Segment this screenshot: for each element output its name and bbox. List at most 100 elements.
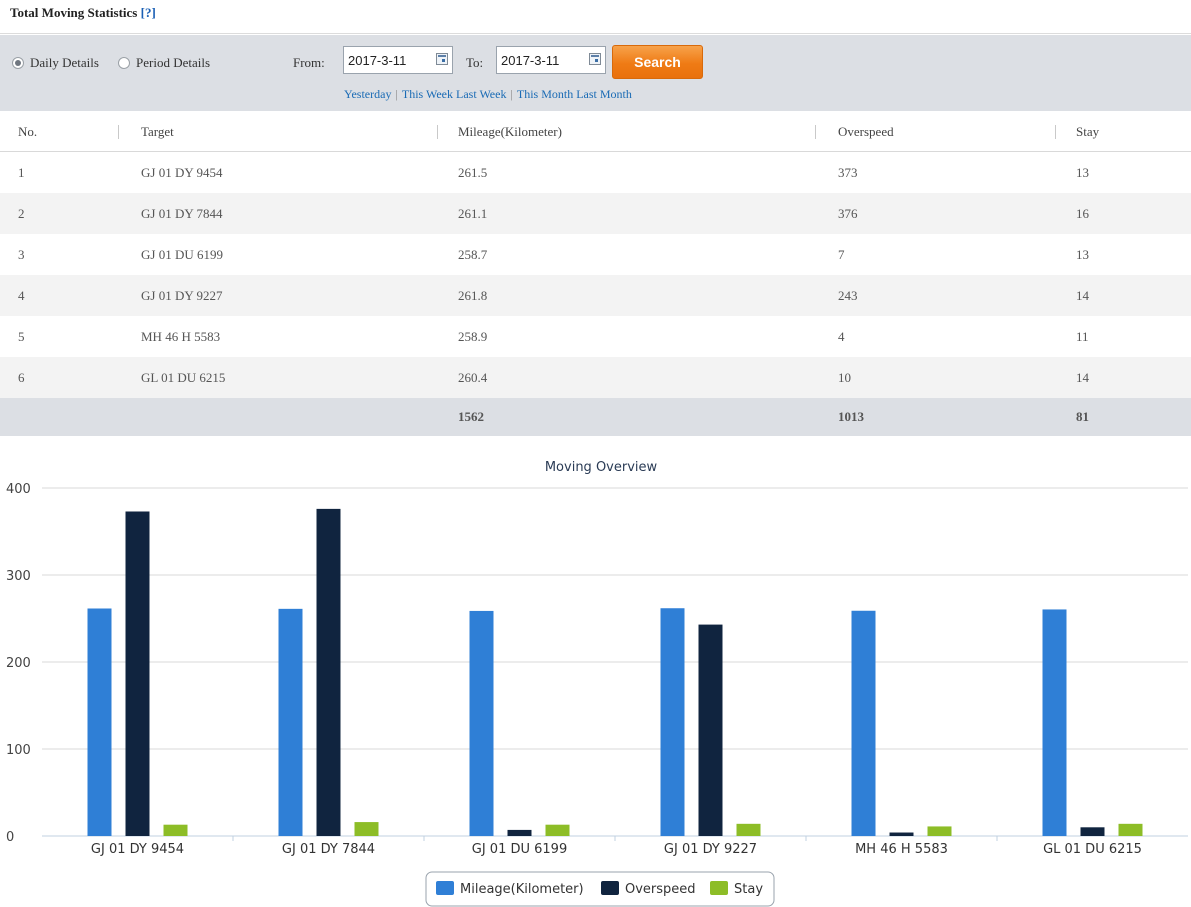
to-date-value: 2017-3-11 xyxy=(501,53,560,68)
moving-overview-chart: Moving Overview 0 100 200 300 400 GJ 01 DY 945… xyxy=(0,450,1191,907)
cell-no: 4 xyxy=(18,288,25,303)
cell-mileage: 258.7 xyxy=(458,247,488,262)
bar-stay xyxy=(545,824,570,836)
cell-no: 1 xyxy=(18,165,25,180)
legend-item-label: Mileage(Kilometer) xyxy=(460,882,584,897)
bar-stay xyxy=(927,826,952,836)
bar-stay xyxy=(736,823,761,836)
bar-stay xyxy=(163,824,188,836)
table-row[interactable]: 5 MH 46 H 5583 258.9 4 11 xyxy=(0,316,1191,357)
cell-overspeed: 376 xyxy=(838,206,858,221)
column-divider xyxy=(437,125,438,139)
table-total-row: 1562 1013 81 xyxy=(0,398,1191,436)
table-row[interactable]: 1 GJ 01 DY 9454 261.5 373 13 xyxy=(0,152,1191,193)
from-date-input[interactable]: 2017-3-11 xyxy=(343,46,453,74)
total-stay: 81 xyxy=(1076,409,1089,424)
total-overspeed: 1013 xyxy=(838,409,864,424)
legend-swatch xyxy=(601,881,619,895)
x-tick-label: GL 01 DU 6215 xyxy=(1043,842,1142,857)
daily-details-option[interactable]: Daily Details xyxy=(12,55,99,71)
table-header-row: No. Target Mileage(Kilometer) Overspeed … xyxy=(0,112,1191,152)
x-tick-label: MH 46 H 5583 xyxy=(855,842,948,857)
header-no[interactable]: No. xyxy=(18,112,37,152)
cell-target: GJ 01 DY 9454 xyxy=(141,165,223,180)
y-tick-label: 400 xyxy=(6,482,31,497)
cell-stay: 16 xyxy=(1076,206,1089,221)
legend-item-label: Stay xyxy=(734,882,763,897)
this-month-link[interactable]: This Month xyxy=(517,87,573,101)
last-week-link[interactable]: Last Week xyxy=(456,87,506,101)
cell-stay: 11 xyxy=(1076,329,1089,344)
x-tick-label: GJ 01 DY 9227 xyxy=(664,842,757,857)
cell-overspeed: 243 xyxy=(838,288,858,303)
this-week-link[interactable]: This Week xyxy=(402,87,453,101)
chart-canvas: Moving Overview 0 100 200 300 400 GJ 01 DY 945… xyxy=(6,460,1188,907)
bar-overspeed xyxy=(507,829,532,836)
header-overspeed[interactable]: Overspeed xyxy=(838,112,894,152)
table-row[interactable]: 4 GJ 01 DY 9227 261.8 243 14 xyxy=(0,275,1191,316)
page-title: Total Moving Statistics [?] xyxy=(10,5,156,21)
y-tick-label: 100 xyxy=(6,743,31,758)
y-tick-label: 300 xyxy=(6,569,31,584)
header-mileage[interactable]: Mileage(Kilometer) xyxy=(458,112,562,152)
bar-overspeed xyxy=(125,511,150,836)
table-row[interactable]: 6 GL 01 DU 6215 260.4 10 14 xyxy=(0,357,1191,398)
last-month-link[interactable]: Last Month xyxy=(576,87,632,101)
calendar-icon[interactable] xyxy=(436,53,448,65)
page-title-text: Total Moving Statistics xyxy=(10,5,138,20)
to-date-input[interactable]: 2017-3-11 xyxy=(496,46,606,74)
legend-swatch xyxy=(436,881,454,895)
table-row[interactable]: 3 GJ 01 DU 6199 258.7 7 13 xyxy=(0,234,1191,275)
period-details-option[interactable]: Period Details xyxy=(118,55,210,71)
to-label: To: xyxy=(466,55,484,70)
calendar-icon[interactable] xyxy=(589,53,601,65)
bar-stay xyxy=(354,822,379,836)
cell-mileage: 261.5 xyxy=(458,165,488,180)
y-tick-label: 0 xyxy=(6,830,14,845)
cell-stay: 13 xyxy=(1076,247,1089,262)
x-tick-label: GJ 01 DY 7844 xyxy=(282,842,375,857)
cell-no: 5 xyxy=(18,329,25,344)
y-tick-label: 200 xyxy=(6,656,31,671)
total-mileage: 1562 xyxy=(458,409,484,424)
legend-item-label: Overspeed xyxy=(625,882,696,897)
bar-overspeed xyxy=(316,508,341,836)
cell-target: GJ 01 DY 7844 xyxy=(141,206,223,221)
help-link[interactable]: [?] xyxy=(141,5,156,20)
title-bar: Total Moving Statistics [?] xyxy=(0,0,1191,34)
x-tick-label: GJ 01 DY 9454 xyxy=(91,842,184,857)
link-separator: | xyxy=(510,87,513,101)
chart-title: Moving Overview xyxy=(545,460,658,475)
cell-no: 6 xyxy=(18,370,25,385)
bar-mileage xyxy=(278,608,303,836)
search-button[interactable]: Search xyxy=(612,45,703,79)
cell-overspeed: 4 xyxy=(838,329,845,344)
column-divider xyxy=(118,125,119,139)
bar-overspeed xyxy=(889,832,914,836)
yesterday-link[interactable]: Yesterday xyxy=(344,87,391,101)
table-row[interactable]: 2 GJ 01 DY 7844 261.1 376 16 xyxy=(0,193,1191,234)
bar-mileage xyxy=(87,608,112,836)
bar-overspeed xyxy=(1080,827,1105,836)
bar-mileage xyxy=(851,610,876,836)
cell-target: GJ 01 DY 9227 xyxy=(141,288,223,303)
cell-stay: 14 xyxy=(1076,288,1089,303)
daily-details-radio[interactable] xyxy=(12,57,24,69)
header-target[interactable]: Target xyxy=(141,112,174,152)
from-date-value: 2017-3-11 xyxy=(348,53,407,68)
cell-overspeed: 7 xyxy=(838,247,845,262)
cell-target: GJ 01 DU 6199 xyxy=(141,247,223,262)
cell-mileage: 260.4 xyxy=(458,370,488,385)
bar-stay xyxy=(1118,823,1143,836)
bar-mileage xyxy=(469,610,494,836)
cell-no: 3 xyxy=(18,247,25,262)
daily-details-label: Daily Details xyxy=(30,55,99,70)
cell-stay: 13 xyxy=(1076,165,1089,180)
cell-overspeed: 10 xyxy=(838,370,851,385)
quick-date-links: Yesterday | This Week Last Week | This Month… xyxy=(344,87,632,102)
cell-target: GL 01 DU 6215 xyxy=(141,370,226,385)
cell-mileage: 258.9 xyxy=(458,329,488,344)
bar-overspeed xyxy=(698,624,723,836)
header-stay[interactable]: Stay xyxy=(1076,112,1099,152)
period-details-radio[interactable] xyxy=(118,57,130,69)
